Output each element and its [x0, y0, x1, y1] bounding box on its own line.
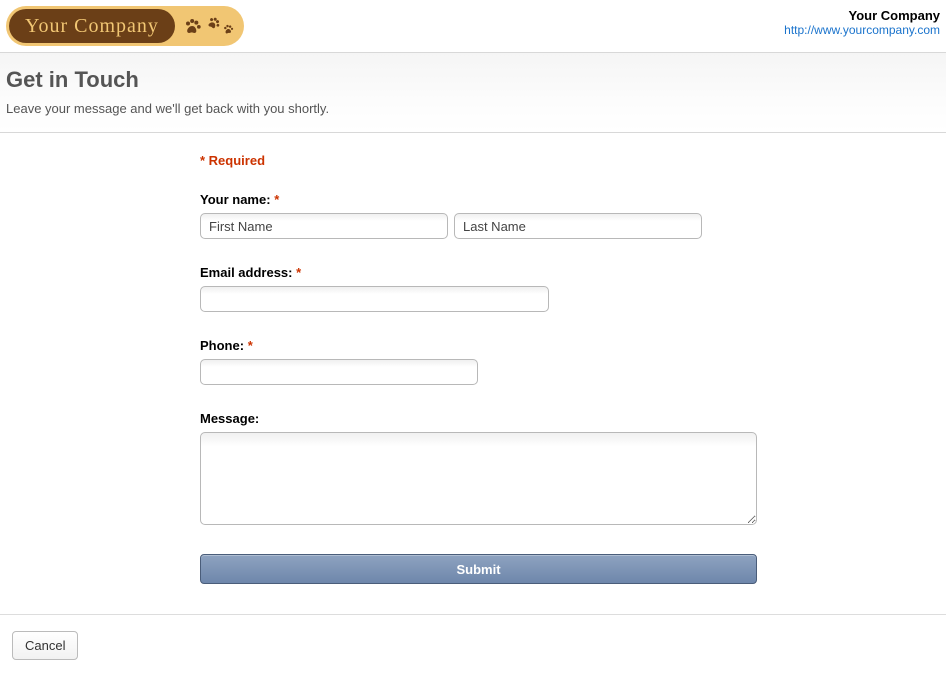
contact-form: * Required Your name: * Email address: *…	[0, 133, 946, 614]
message-field-group: Message:	[200, 411, 946, 528]
paw-icon-group	[183, 16, 234, 36]
logo-text: Your Company	[25, 15, 159, 38]
message-label: Message:	[200, 411, 946, 426]
email-label-text: Email address:	[200, 265, 293, 280]
footer: Cancel	[0, 614, 946, 676]
last-name-input[interactable]	[454, 213, 702, 239]
logo-inner: Your Company	[9, 9, 175, 43]
required-note: * Required	[200, 153, 946, 168]
paw-icon	[204, 12, 224, 32]
name-input-row	[200, 213, 946, 239]
company-url[interactable]: http://www.yourcompany.com	[784, 23, 940, 37]
submit-button[interactable]: Submit	[200, 554, 757, 584]
paw-icon	[221, 22, 235, 36]
email-field-group: Email address: *	[200, 265, 946, 312]
paw-icon	[183, 16, 203, 36]
page-title: Get in Touch	[6, 67, 940, 93]
top-bar: Your Company Your Company http://www.you…	[0, 0, 946, 52]
logo-badge: Your Company	[6, 6, 244, 46]
required-star: *	[248, 338, 253, 353]
phone-label: Phone: *	[200, 338, 946, 353]
page-subtitle: Leave your message and we'll get back wi…	[6, 101, 940, 116]
email-label: Email address: *	[200, 265, 946, 280]
page-header: Get in Touch Leave your message and we'l…	[0, 52, 946, 133]
first-name-input[interactable]	[200, 213, 448, 239]
company-name: Your Company	[784, 8, 940, 23]
name-label-text: Your name:	[200, 192, 271, 207]
required-star: *	[296, 265, 301, 280]
email-input[interactable]	[200, 286, 549, 312]
phone-field-group: Phone: *	[200, 338, 946, 385]
company-logo: Your Company	[6, 6, 244, 46]
name-field-group: Your name: *	[200, 192, 946, 239]
phone-label-text: Phone:	[200, 338, 244, 353]
phone-input[interactable]	[200, 359, 478, 385]
company-info: Your Company http://www.yourcompany.com	[784, 6, 940, 37]
required-star: *	[274, 192, 279, 207]
message-textarea[interactable]	[200, 432, 757, 525]
name-label: Your name: *	[200, 192, 946, 207]
cancel-button[interactable]: Cancel	[12, 631, 78, 660]
